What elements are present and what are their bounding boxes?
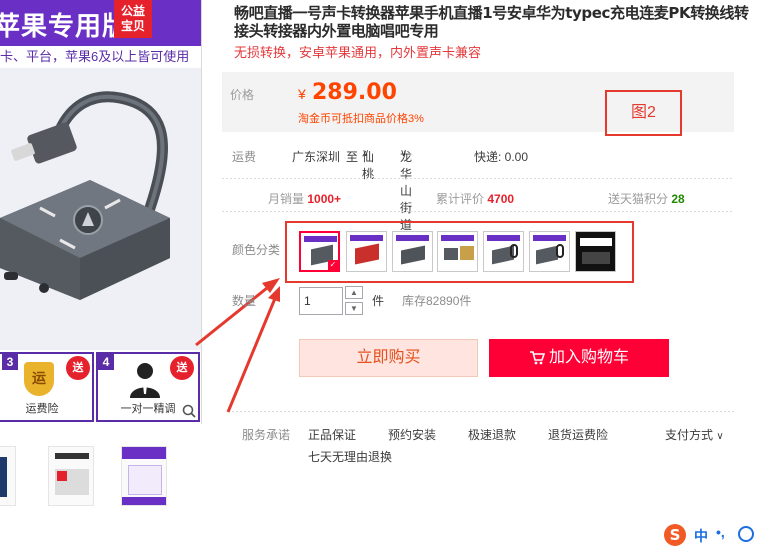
shipping-label: 运费 xyxy=(232,150,257,164)
chevron-up-icon: ▲ xyxy=(350,288,358,297)
monthly-sales-value: 1000+ xyxy=(307,192,342,206)
shipping-express: 快递: 0.00 xyxy=(474,150,529,164)
product-subtitle: 无损转换，安卓苹果通用，内外置声卡兼容 xyxy=(234,45,482,60)
swatch-art xyxy=(556,244,564,258)
service-installation[interactable]: 预约安装 xyxy=(388,426,436,443)
swatch-art xyxy=(401,245,425,265)
chevron-down-icon: ∨ xyxy=(400,148,408,159)
figure-annotation: 图2 xyxy=(605,90,682,136)
swatch-art xyxy=(487,235,520,241)
swatch-art xyxy=(510,244,518,258)
review-count[interactable]: 累计评价 4700 xyxy=(436,190,514,207)
service-return-insurance[interactable]: 退货运费险 xyxy=(548,426,608,443)
monthly-sales: 月销量 1000+ xyxy=(268,190,341,207)
quantity-increase-button[interactable]: ▲ xyxy=(345,286,363,299)
divider xyxy=(222,211,734,212)
add-to-cart-label: 加入购物车 xyxy=(548,349,629,366)
buy-now-button[interactable]: 立即购买 xyxy=(299,339,478,377)
swatch-art xyxy=(396,235,429,241)
chevron-down-icon: ∨ xyxy=(716,431,724,442)
color-option-3[interactable] xyxy=(392,231,433,272)
color-option-2[interactable] xyxy=(346,231,387,272)
chevron-down-icon: ▼ xyxy=(350,304,358,313)
ime-punctuation-toggle[interactable]: •, xyxy=(716,524,725,540)
swatch-art xyxy=(304,236,337,242)
swatch-art xyxy=(355,243,379,265)
service-label: 服务承诺 xyxy=(242,428,291,442)
quantity-input[interactable] xyxy=(299,287,343,315)
quantity-label: 数量 xyxy=(232,294,257,308)
swatch-art xyxy=(582,252,610,264)
sogou-logo-icon[interactable]: S xyxy=(664,524,686,546)
tmall-points: 送天猫积分 28 xyxy=(608,190,685,207)
checkmark-icon: ✓ xyxy=(328,260,338,270)
swatch-art xyxy=(441,235,474,241)
service-seven-day-return[interactable]: 七天无理由退换 xyxy=(308,448,392,465)
shipping-from: 广东深圳 xyxy=(292,150,341,164)
swatch-art xyxy=(350,235,383,241)
monthly-sales-label: 月销量 xyxy=(268,192,305,206)
quantity-decrease-button[interactable]: ▼ xyxy=(345,302,363,315)
service-authentic[interactable]: 正品保证 xyxy=(308,426,356,443)
product-title: 畅吧直播一号声卡转换器苹果手机直播1号安卓华为typec充电连麦PK转换线转接头… xyxy=(234,4,749,40)
payment-methods-label: 支付方式 xyxy=(665,428,714,442)
color-option-7[interactable] xyxy=(575,231,616,272)
price-value: 289.00 xyxy=(312,80,397,105)
swatch-art xyxy=(444,248,458,260)
ime-mode-toggle[interactable]: 中 xyxy=(694,526,708,546)
price-currency: ¥ xyxy=(298,86,306,102)
shipping-row: 运费 广东深圳 至 仙桃 ∨ 龙华山街道 ∨ 快递: 0.00 xyxy=(232,148,732,232)
service-fast-refund[interactable]: 极速退款 xyxy=(468,426,516,443)
emoji-icon[interactable] xyxy=(738,526,754,542)
review-count-label: 累计评价 xyxy=(436,192,485,206)
quantity-unit: 件 xyxy=(372,294,385,308)
color-option-6[interactable] xyxy=(529,231,570,272)
swatch-art xyxy=(580,238,612,246)
add-to-cart-button[interactable]: 加入购物车 xyxy=(489,339,669,377)
swatch-art xyxy=(536,245,558,265)
cart-icon xyxy=(529,350,545,365)
tmall-points-label: 送天猫积分 xyxy=(608,192,669,206)
stock-count: 库存82890件 xyxy=(402,294,472,308)
review-count-value: 4700 xyxy=(487,192,515,206)
chevron-down-icon: ∨ xyxy=(362,148,370,159)
ime-toolbar[interactable]: S 中 •, xyxy=(660,522,762,548)
tmall-points-value: 28 xyxy=(671,192,685,206)
payment-methods-dropdown[interactable]: 支付方式 ∨ xyxy=(665,426,724,443)
color-label: 颜色分类 xyxy=(232,243,281,257)
divider xyxy=(222,178,734,179)
color-option-1[interactable]: ✓ xyxy=(299,231,340,272)
color-option-4[interactable] xyxy=(437,231,478,272)
swatch-art xyxy=(460,246,474,260)
shipping-to-word: 至 xyxy=(346,150,359,164)
price-coin-note: 淘金币可抵扣商品价格3% xyxy=(298,113,424,125)
swatch-art xyxy=(533,235,566,241)
divider xyxy=(232,411,734,412)
color-option-5[interactable] xyxy=(483,231,524,272)
price-label: 价格 xyxy=(230,88,255,102)
